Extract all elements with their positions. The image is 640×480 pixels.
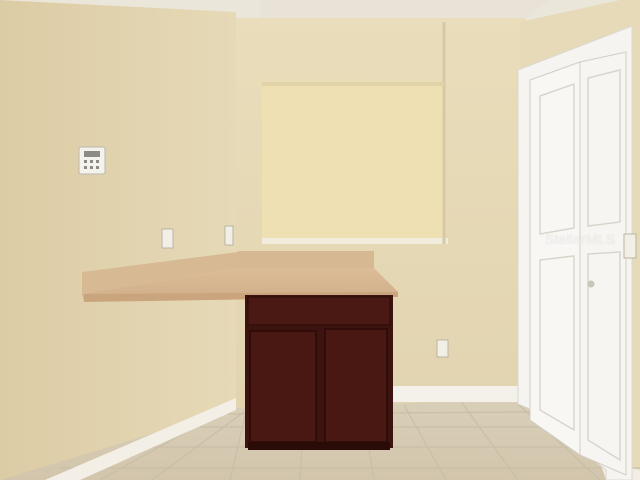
- floor-outlet: [436, 339, 449, 358]
- closet-switch: [623, 233, 637, 259]
- counter-backsplash-back: [238, 251, 374, 268]
- closet-door-right: [579, 51, 627, 476]
- cabinet-drawer: [247, 296, 391, 326]
- closet-knob: [587, 280, 595, 288]
- wall-niche: [262, 82, 444, 242]
- room-illustration: [0, 0, 640, 480]
- niche-top-shadow: [262, 82, 444, 86]
- cabinet-door-right: [324, 328, 388, 443]
- cabinet-door-left: [249, 330, 317, 443]
- watermark-text: StellarMLS: [545, 231, 616, 247]
- niche-sill: [262, 238, 448, 244]
- wall-outlet-left: [161, 228, 174, 249]
- cabinet-toe-kick: [248, 442, 390, 450]
- baseboard-back: [392, 386, 518, 402]
- room-photo: StellarMLS: [0, 0, 640, 480]
- left-wall: [0, 0, 236, 480]
- wall-outlet-corner: [224, 225, 234, 246]
